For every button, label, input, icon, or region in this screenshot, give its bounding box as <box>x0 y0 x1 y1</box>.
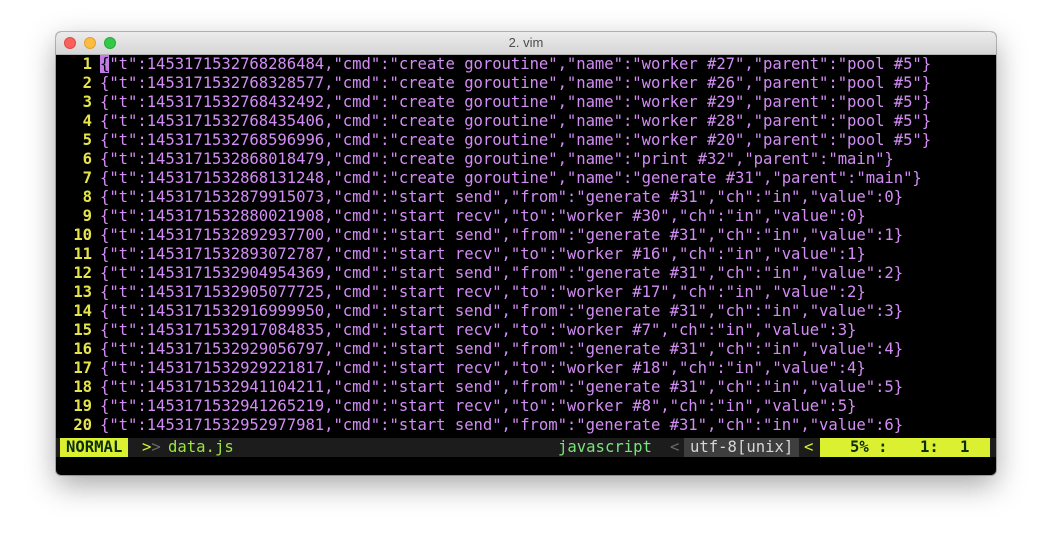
mode-indicator: NORMAL <box>60 438 129 457</box>
editor-line[interactable]: 2 {"t":1453171532768328577,"cmd":"create … <box>56 74 932 93</box>
line-content: {"t":1453171532904954369,"cmd":"start se… <box>100 264 904 282</box>
editor-line[interactable]: 14 {"t":1453171532916999950,"cmd":"start … <box>56 302 903 321</box>
line-content: {"t":1453171532768435406,"cmd":"create g… <box>100 112 932 130</box>
cursor-line: 1: <box>920 438 939 456</box>
status-separator-right-2: < <box>804 438 814 456</box>
line-number: 9 <box>82 207 92 225</box>
cursor-position: 5% : 1: 1 <box>820 438 990 457</box>
title-bar[interactable]: 2. vim <box>56 32 996 55</box>
line-content: {"t":1453171532929221817,"cmd":"start re… <box>100 359 866 377</box>
line-content: {"t":1453171532905077725,"cmd":"start re… <box>100 283 866 301</box>
line-number: 16 <box>73 340 92 358</box>
line-content: {"t":1453171532916999950,"cmd":"start se… <box>100 302 904 320</box>
editor-line[interactable]: 6 {"t":1453171532868018479,"cmd":"create … <box>56 150 894 169</box>
status-separator-right: < <box>670 438 680 456</box>
line-content: {"t":1453171532868131248,"cmd":"create g… <box>100 169 922 187</box>
line-number: 12 <box>73 264 92 282</box>
line-content: {"t":1453171532941265219,"cmd":"start re… <box>100 397 857 415</box>
filename: data.js <box>168 438 234 456</box>
file-encoding: utf-8[unix] <box>684 438 800 457</box>
editor-line[interactable]: 7 {"t":1453171532868131248,"cmd":"create … <box>56 169 922 188</box>
editor-line[interactable]: 3 {"t":1453171532768432492,"cmd":"create … <box>56 93 932 112</box>
line-content: {"t":1453171532768328577,"cmd":"create g… <box>100 74 932 92</box>
line-number: 7 <box>82 169 92 187</box>
line-content: {"t":1453171532768286484,"cmd":"create g… <box>100 55 932 73</box>
cursor-column: 1 <box>960 438 970 456</box>
line-number: 14 <box>73 302 92 320</box>
line-number: 1 <box>82 55 92 73</box>
terminal-window: 2. vim 1 {"t":1453171532768286484,"cmd":"… <box>56 32 996 475</box>
editor-line[interactable]: 13 {"t":1453171532905077725,"cmd":"start … <box>56 283 866 302</box>
line-content: {"t":1453171532893072787,"cmd":"start re… <box>100 245 866 263</box>
editor-line[interactable]: 18 {"t":1453171532941104211,"cmd":"start … <box>56 378 903 397</box>
line-number: 13 <box>73 283 92 301</box>
line-content: {"t":1453171532952977981,"cmd":"start se… <box>100 416 904 434</box>
scroll-percent: 5% : <box>850 438 888 456</box>
line-number: 17 <box>73 359 92 377</box>
line-content: {"t":1453171532917084835,"cmd":"start re… <box>100 321 857 339</box>
editor-line[interactable]: 17 {"t":1453171532929221817,"cmd":"start … <box>56 359 866 378</box>
line-number: 18 <box>73 378 92 396</box>
editor-line[interactable]: 4 {"t":1453171532768435406,"cmd":"create … <box>56 112 932 131</box>
vim-status-line: NORMAL >> data.js javascript < utf-8[uni… <box>56 438 996 457</box>
editor-line[interactable]: 15 {"t":1453171532917084835,"cmd":"start … <box>56 321 856 340</box>
editor-line[interactable]: 9 {"t":1453171532880021908,"cmd":"start r… <box>56 207 866 226</box>
line-content: {"t":1453171532868018479,"cmd":"create g… <box>100 150 894 168</box>
line-content: {"t":1453171532880021908,"cmd":"start re… <box>100 207 866 225</box>
line-number: 5 <box>82 131 92 149</box>
editor-line[interactable]: 19 {"t":1453171532941265219,"cmd":"start … <box>56 397 856 416</box>
line-content: {"t":1453171532768432492,"cmd":"create g… <box>100 93 932 111</box>
line-content: {"t":1453171532929056797,"cmd":"start se… <box>100 340 904 358</box>
text-cursor: { <box>100 55 110 73</box>
editor-line[interactable]: 8 {"t":1453171532879915073,"cmd":"start s… <box>56 188 903 207</box>
status-separator-left: >> <box>142 438 161 457</box>
line-number: 6 <box>82 150 92 168</box>
filetype: javascript <box>558 438 652 456</box>
line-content: {"t":1453171532768596996,"cmd":"create g… <box>100 131 932 149</box>
line-number: 4 <box>82 112 92 130</box>
editor-line[interactable]: 11 {"t":1453171532893072787,"cmd":"start … <box>56 245 866 264</box>
line-content: {"t":1453171532941104211,"cmd":"start se… <box>100 378 904 396</box>
editor-line[interactable]: 16 {"t":1453171532929056797,"cmd":"start … <box>56 340 903 359</box>
editor-line[interactable]: 1 {"t":1453171532768286484,"cmd":"create … <box>56 55 931 74</box>
editor-line[interactable]: 10 {"t":1453171532892937700,"cmd":"start … <box>56 226 903 245</box>
editor-line[interactable]: 5 {"t":1453171532768596996,"cmd":"create … <box>56 131 932 150</box>
line-number: 20 <box>73 416 92 434</box>
line-content: {"t":1453171532892937700,"cmd":"start se… <box>100 226 904 244</box>
line-number: 15 <box>73 321 92 339</box>
window-title: 2. vim <box>508 35 544 50</box>
line-number: 10 <box>73 226 92 244</box>
vim-editor-buffer[interactable]: 1 {"t":1453171532768286484,"cmd":"create … <box>56 55 996 438</box>
line-number: 8 <box>82 188 92 206</box>
line-number: 3 <box>82 93 92 111</box>
editor-line[interactable]: 12 {"t":1453171532904954369,"cmd":"start … <box>56 264 903 283</box>
line-number: 2 <box>82 74 92 92</box>
editor-line[interactable]: 20 {"t":1453171532952977981,"cmd":"start … <box>56 416 903 435</box>
line-number: 19 <box>73 397 92 415</box>
line-number: 11 <box>73 245 92 263</box>
line-content: {"t":1453171532879915073,"cmd":"start se… <box>100 188 904 206</box>
